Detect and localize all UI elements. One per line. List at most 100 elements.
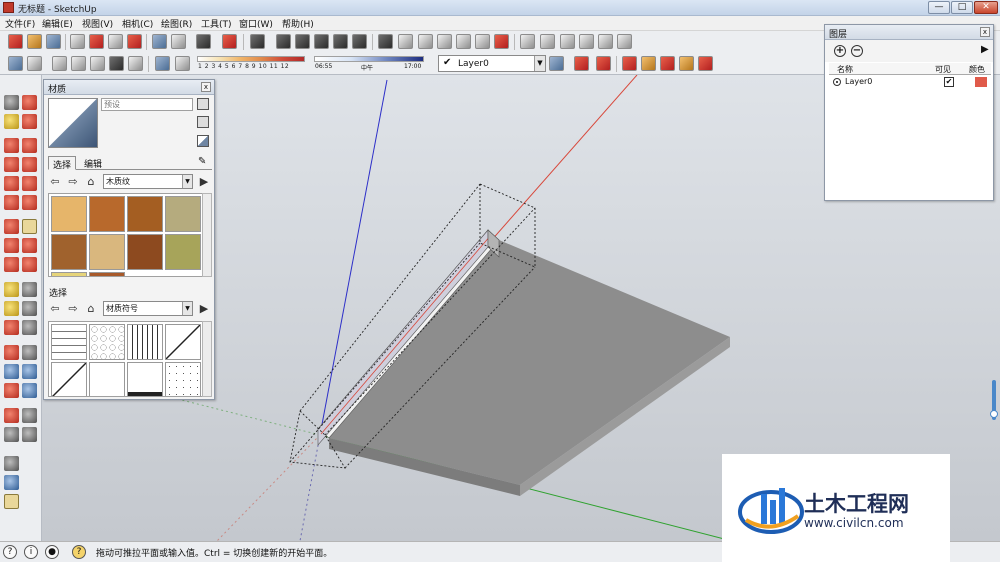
previous-view-icon[interactable] [22,383,37,398]
shadow-month-slider[interactable]: 1 2 3 4 5 6 7 8 9 10 11 12 [197,56,305,72]
back-arrow-icon[interactable]: ⇦ [48,175,62,189]
remove-layer-button[interactable]: − [851,45,863,57]
pattern-swatch-blank[interactable] [89,362,125,396]
extension-icon[interactable] [617,34,632,49]
top-view-icon[interactable] [295,34,310,49]
chevron-down-icon[interactable]: ▼ [182,175,192,188]
pattern-swatch-dots[interactable] [165,324,201,360]
interact-icon[interactable] [4,456,19,471]
redo-icon[interactable] [171,34,186,49]
right-view-icon[interactable] [333,34,348,49]
materials-close-button[interactable]: x [201,82,211,92]
viewport-scroll-knob[interactable] [990,410,998,418]
user-icon[interactable]: ● [45,545,59,559]
dimension-tool-icon[interactable] [22,282,37,297]
material-name-field[interactable]: 预设 [101,98,193,111]
camera-standard-view-icon[interactable] [250,34,265,49]
arc-tool-icon[interactable] [22,157,37,172]
pattern-swatch-lines[interactable] [127,324,163,360]
erase-icon[interactable] [127,34,142,49]
zoom-window-icon[interactable] [22,364,37,379]
rotate-tool-icon[interactable] [4,238,19,253]
wood-swatch-5[interactable] [51,234,87,270]
zoom-tool-icon[interactable] [4,364,19,379]
share-model-icon[interactable] [579,34,594,49]
three-point-arc-icon[interactable] [22,195,37,210]
smoove-icon[interactable] [418,34,433,49]
paint-bucket-icon[interactable] [4,114,19,129]
circle-tool-icon[interactable] [4,157,19,172]
layer-manager-icon[interactable] [549,56,564,71]
layer-row[interactable]: Layer0 ✔ [829,76,991,89]
maximize-button[interactable]: □ [951,1,973,14]
pie-tool-icon[interactable] [4,195,19,210]
info-icon[interactable]: i [24,545,38,559]
wireframe-icon[interactable] [52,56,67,71]
home-icon[interactable]: ⌂ [84,175,98,189]
tab-select[interactable]: 选择 [48,156,77,171]
wood-swatch-4[interactable] [165,196,201,232]
shadow-time-slider[interactable]: 06:55 中午 17:00 [314,56,424,72]
wood-swatch-3[interactable] [127,196,163,232]
layer-color-swatch[interactable] [975,77,987,87]
iso-view-icon[interactable] [276,34,291,49]
chevron-down-icon[interactable]: ▼ [534,56,545,71]
pattern-swatch-diagonal[interactable] [51,362,87,396]
freehand-tool-icon[interactable] [22,176,37,191]
instructor-icon[interactable]: ? [72,545,86,559]
open-file-icon[interactable] [27,34,42,49]
offset-tool-icon[interactable] [22,257,37,272]
sandbox-icon[interactable] [4,475,19,490]
chevron-down-icon[interactable]: ▼ [182,302,192,315]
model-info-icon[interactable] [222,34,237,49]
wood-swatch-10[interactable] [89,272,125,276]
move-tool-icon[interactable] [4,219,19,234]
top-library-select[interactable]: 木质纹 ▼ [103,174,193,189]
pattern-swatch-brick[interactable] [51,324,87,360]
walk-tool-icon[interactable] [4,427,19,442]
wood-swatch-9[interactable] [51,272,87,276]
menu-edit[interactable]: 编辑(E) [42,17,73,30]
axes-tool-icon[interactable] [4,320,19,335]
menu-tools[interactable]: 工具(T) [201,17,232,30]
get-models-icon[interactable] [540,34,555,49]
shadow-settings-icon[interactable] [155,56,170,71]
print-icon[interactable] [196,34,211,49]
wood-swatch-6[interactable] [89,234,125,270]
sandbox-from-scratch-icon[interactable] [398,34,413,49]
rectangle-tool-icon[interactable] [4,138,19,153]
menu-camera[interactable]: 相机(C) [122,17,153,30]
hidden-line-icon[interactable] [71,56,86,71]
active-layer-radio[interactable] [833,78,841,86]
fog-icon[interactable] [698,56,713,71]
xray-icon[interactable] [8,56,23,71]
menu-file[interactable]: 文件(F) [5,17,35,30]
stamp-icon[interactable] [437,34,452,49]
display-secondary-pane-icon[interactable] [197,98,209,110]
wood-swatch-8[interactable] [165,234,201,270]
house-icon[interactable] [560,34,575,49]
look-around-icon[interactable] [22,408,37,423]
details-arrow-icon[interactable]: ▶ [197,302,211,316]
wood-swatch-2[interactable] [89,196,125,232]
position-camera-icon[interactable] [4,408,19,423]
close-button[interactable]: ✕ [974,1,998,14]
add-detail-icon[interactable] [475,34,490,49]
flip-edge-icon[interactable] [494,34,509,49]
cut-icon[interactable] [70,34,85,49]
drape-icon[interactable] [456,34,471,49]
copy-icon[interactable] [89,34,104,49]
shaded-textures-icon[interactable] [109,56,124,71]
3d-text-icon[interactable] [22,320,37,335]
pattern-swatch-stone[interactable] [89,324,125,360]
details-arrow-icon[interactable]: ▶ [197,175,211,189]
bottom-library-select[interactable]: 材质符号 ▼ [103,301,193,316]
dynamic-component-icon[interactable] [4,494,19,509]
zoom-extents-icon[interactable] [4,383,19,398]
follow-me-style-icon[interactable] [660,56,675,71]
front-view-icon[interactable] [314,34,329,49]
add-layer-button[interactable]: + [834,45,846,57]
pan-tool-icon[interactable] [22,345,37,360]
home-icon[interactable]: ⌂ [84,302,98,316]
menu-help[interactable]: 帮助(H) [282,17,314,30]
